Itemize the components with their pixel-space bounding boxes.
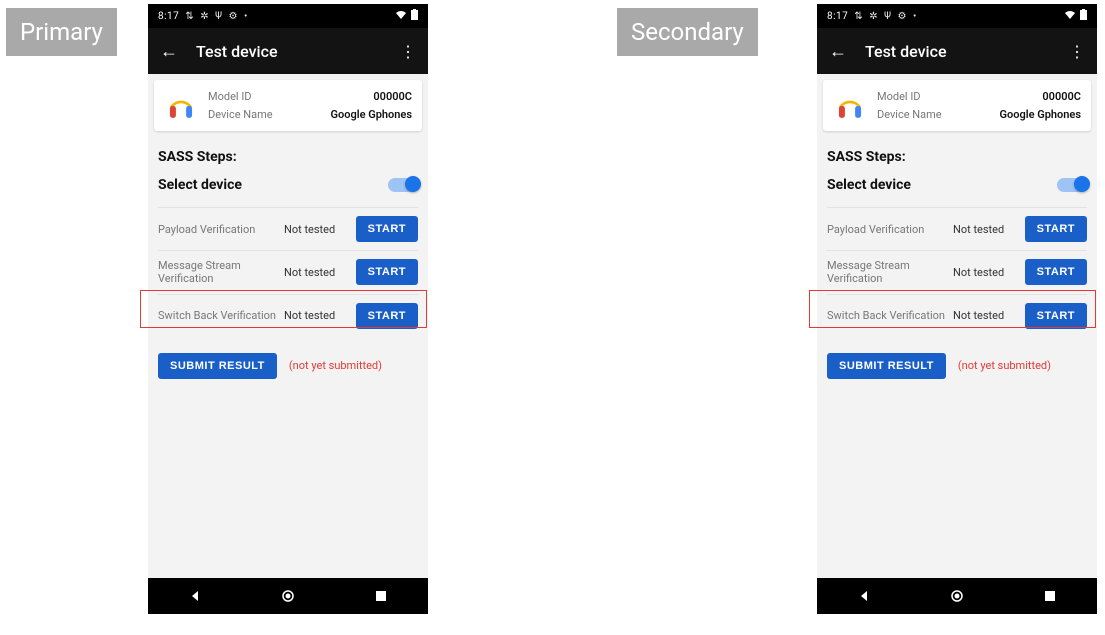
test-row-switch-back: Switch Back Verification Not tested STAR… <box>827 294 1087 337</box>
label-secondary: Secondary <box>617 8 758 56</box>
submit-status: (not yet submitted) <box>958 359 1051 372</box>
test-name: Switch Back Verification <box>827 309 947 322</box>
status-icon: ⚙ <box>229 11 238 22</box>
test-status: Not tested <box>284 309 350 322</box>
start-button[interactable]: START <box>1025 259 1087 285</box>
more-icon[interactable]: ⋮ <box>1069 42 1085 61</box>
status-icon: ⇅ <box>854 11 863 22</box>
status-icon: ✲ <box>200 11 209 22</box>
model-id-label: Model ID <box>877 88 921 106</box>
battery-icon <box>1080 9 1087 23</box>
model-id-value: 00000C <box>373 88 412 106</box>
select-device-toggle[interactable] <box>388 178 418 192</box>
test-status: Not tested <box>953 223 1019 236</box>
status-time: 8:17 <box>158 11 179 22</box>
start-button[interactable]: START <box>1025 216 1087 242</box>
test-name: Message Stream Verification <box>158 259 278 285</box>
select-device-label: Select device <box>827 177 911 193</box>
device-logo-icon <box>833 89 867 123</box>
app-title: Test device <box>865 42 1051 61</box>
select-device-label: Select device <box>158 177 242 193</box>
status-bar: 8:17 ⇅ ✲ Ψ ⚙ • <box>148 4 428 28</box>
device-name-label: Device Name <box>208 106 273 124</box>
model-id-value: 00000C <box>1042 88 1081 106</box>
start-button[interactable]: START <box>356 259 418 285</box>
test-row-payload: Payload Verification Not tested START <box>827 207 1087 250</box>
test-name: Message Stream Verification <box>827 259 947 285</box>
phone-secondary: 8:17 ⇅ ✲ Ψ ⚙ • ← Test device ⋮ Model ID 0… <box>817 4 1097 614</box>
nav-home-icon[interactable] <box>282 587 294 606</box>
start-button[interactable]: START <box>356 303 418 329</box>
device-logo-icon <box>164 89 198 123</box>
device-card: Model ID 00000C Device Name Google Gphones <box>154 80 422 131</box>
wifi-icon <box>1064 10 1076 23</box>
phone-primary: 8:17 ⇅ ✲ Ψ ⚙ • ← Test device ⋮ Model ID 0… <box>148 4 428 614</box>
device-name-value: Google Gphones <box>331 106 413 124</box>
nav-back-icon[interactable] <box>189 587 201 606</box>
device-name-label: Device Name <box>877 106 942 124</box>
test-name: Switch Back Verification <box>158 309 278 322</box>
device-card: Model ID 00000C Device Name Google Gphones <box>823 80 1091 131</box>
status-time: 8:17 <box>827 11 848 22</box>
test-status: Not tested <box>953 266 1019 279</box>
model-id-label: Model ID <box>208 88 252 106</box>
nav-home-icon[interactable] <box>951 587 963 606</box>
nav-back-icon[interactable] <box>858 587 870 606</box>
nav-recent-icon[interactable] <box>375 587 387 606</box>
test-status: Not tested <box>284 223 350 236</box>
content-area: Model ID 00000C Device Name Google Gphones… <box>817 74 1097 578</box>
test-name: Payload Verification <box>158 223 278 236</box>
app-bar: ← Test device ⋮ <box>817 28 1097 74</box>
status-icon: ✲ <box>869 11 878 22</box>
status-icon: ⇅ <box>185 11 194 22</box>
submit-result-button[interactable]: SUBMIT RESULT <box>158 353 277 379</box>
status-icon: • <box>913 11 917 22</box>
status-bar: 8:17 ⇅ ✲ Ψ ⚙ • <box>817 4 1097 28</box>
app-title: Test device <box>196 42 382 61</box>
start-button[interactable]: START <box>356 216 418 242</box>
status-icon: ⚙ <box>898 11 907 22</box>
nav-bar <box>817 578 1097 614</box>
device-name-value: Google Gphones <box>1000 106 1082 124</box>
test-status: Not tested <box>284 266 350 279</box>
label-primary: Primary <box>6 8 117 56</box>
back-icon[interactable]: ← <box>829 41 847 62</box>
status-icon: Ψ <box>884 11 891 22</box>
status-icon: • <box>244 11 248 22</box>
select-device-toggle[interactable] <box>1057 178 1087 192</box>
test-name: Payload Verification <box>827 223 947 236</box>
test-row-message-stream: Message Stream Verification Not tested S… <box>827 250 1087 293</box>
submit-status: (not yet submitted) <box>289 359 382 372</box>
content-area: Model ID 00000C Device Name Google Gphones… <box>148 74 428 578</box>
status-icon: Ψ <box>215 11 222 22</box>
sass-heading: SASS Steps: <box>158 149 418 165</box>
wifi-icon <box>395 10 407 23</box>
nav-bar <box>148 578 428 614</box>
back-icon[interactable]: ← <box>160 41 178 62</box>
app-bar: ← Test device ⋮ <box>148 28 428 74</box>
submit-result-button[interactable]: SUBMIT RESULT <box>827 353 946 379</box>
sass-heading: SASS Steps: <box>827 149 1087 165</box>
battery-icon <box>411 9 418 23</box>
start-button[interactable]: START <box>1025 303 1087 329</box>
test-row-switch-back: Switch Back Verification Not tested STAR… <box>158 294 418 337</box>
test-row-payload: Payload Verification Not tested START <box>158 207 418 250</box>
more-icon[interactable]: ⋮ <box>400 42 416 61</box>
nav-recent-icon[interactable] <box>1044 587 1056 606</box>
test-row-message-stream: Message Stream Verification Not tested S… <box>158 250 418 293</box>
test-status: Not tested <box>953 309 1019 322</box>
